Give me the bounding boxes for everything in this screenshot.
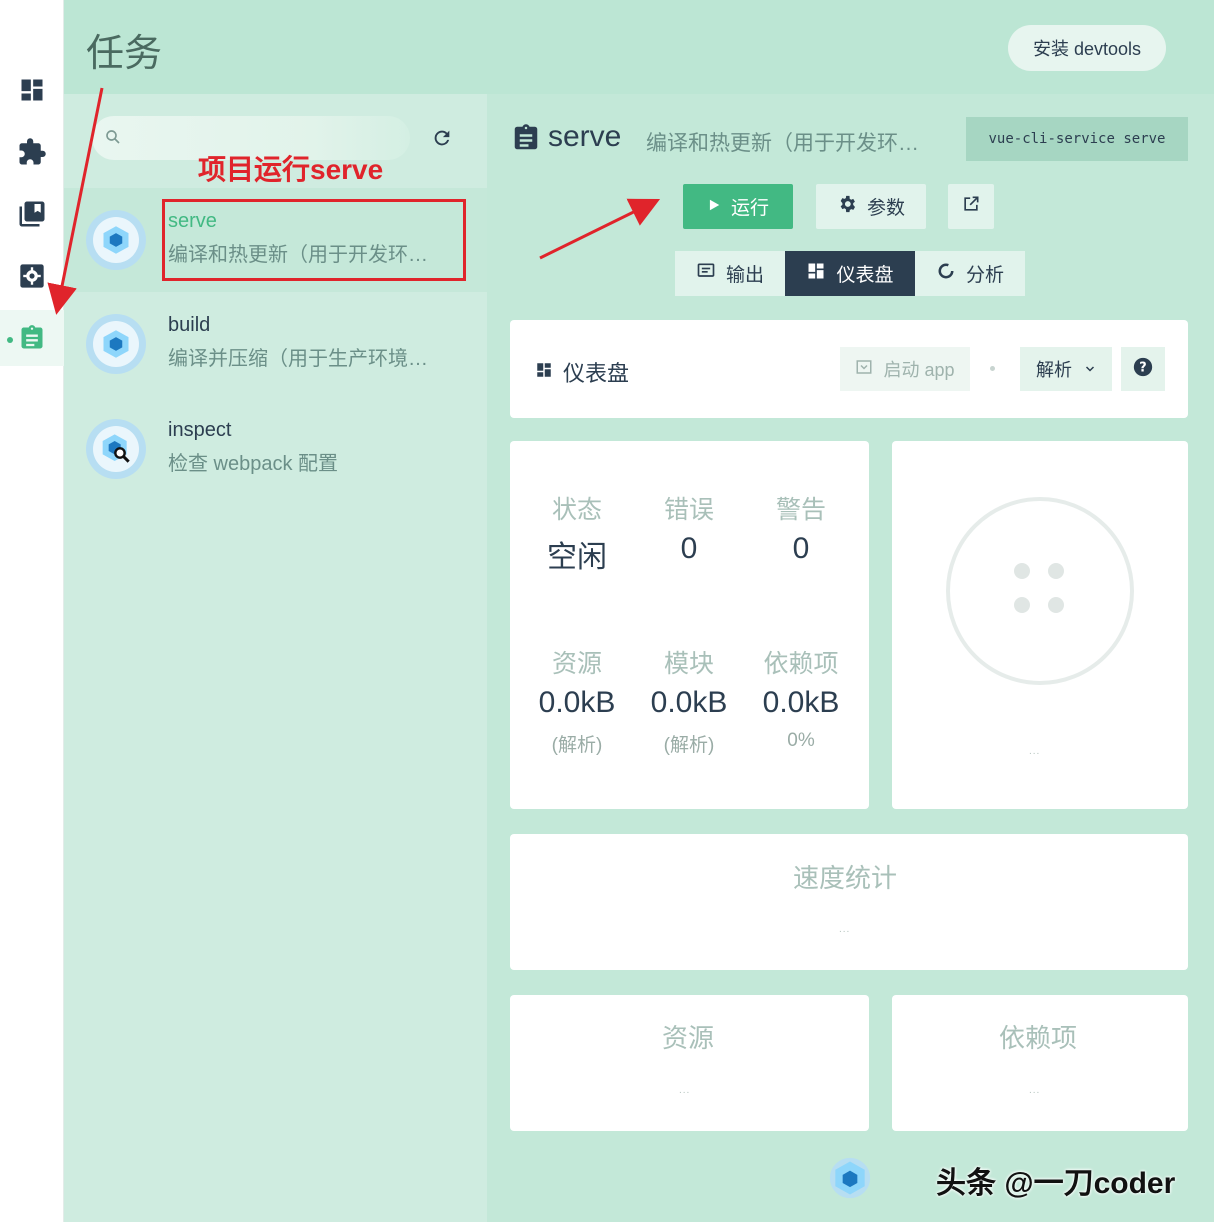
refresh-icon[interactable] xyxy=(428,124,456,152)
tab-dashboard[interactable]: 仪表盘 xyxy=(785,251,915,296)
webpack-logo-icon xyxy=(828,1156,872,1205)
webpack-logo-icon xyxy=(86,210,146,270)
open-app-icon xyxy=(855,358,873,381)
mode-select-value: 解析 xyxy=(1036,360,1072,380)
params-button-label: 参数 xyxy=(866,198,905,219)
status-placeholder: ... xyxy=(1029,746,1041,757)
dependencies-card xyxy=(892,995,1188,1131)
webpack-inspect-icon xyxy=(86,419,146,479)
speed-stats-title: 速度统计 xyxy=(793,863,898,893)
task-item-build[interactable]: build 编译并压缩（用于生产环境… xyxy=(64,292,487,396)
clipboard-icon xyxy=(511,122,541,159)
help-button[interactable]: ? xyxy=(1121,347,1165,391)
active-indicator-dot xyxy=(7,337,13,343)
dependencies-icon[interactable] xyxy=(0,186,64,242)
stat-status: 状态 空闲 xyxy=(547,496,607,574)
task-detail-description: 编译和热更新（用于开发环… xyxy=(646,132,919,155)
run-button[interactable]: 运行 xyxy=(683,184,793,229)
run-button-label: 运行 xyxy=(730,198,769,219)
params-button[interactable]: 参数 xyxy=(816,184,926,229)
dependencies-title: 依赖项 xyxy=(999,1023,1078,1053)
watermark: 头条 @一刀coder xyxy=(936,1167,1176,1200)
task-title: serve xyxy=(548,120,622,153)
open-external-button[interactable] xyxy=(948,184,994,229)
task-name: inspect xyxy=(168,419,232,441)
dependencies-placeholder: ... xyxy=(1029,1085,1041,1096)
output-icon xyxy=(696,261,716,287)
assets-placeholder: ... xyxy=(679,1085,691,1096)
svg-text:?: ? xyxy=(1139,360,1146,375)
tab-label: 分析 xyxy=(965,265,1004,286)
start-app-button[interactable]: 启动 app xyxy=(840,347,970,391)
assets-card xyxy=(510,995,869,1131)
stat-dependencies: 依赖项 0.0kB 0% xyxy=(762,650,840,751)
stat-warnings: 警告 0 xyxy=(775,496,826,565)
open-in-new-icon xyxy=(961,194,981,220)
tab-label: 仪表盘 xyxy=(836,265,894,286)
dashboard-icon[interactable] xyxy=(0,62,64,118)
start-app-label: 启动 app xyxy=(883,360,955,380)
gear-icon xyxy=(837,194,857,220)
dashboard-icon xyxy=(806,261,826,287)
icon-rail xyxy=(0,0,64,1222)
tab-analyze[interactable]: 分析 xyxy=(915,251,1025,296)
search-icon xyxy=(104,128,122,151)
task-description: 编译并压缩（用于生产环境… xyxy=(168,348,428,370)
tab-output[interactable]: 输出 xyxy=(675,251,785,296)
speed-placeholder: ... xyxy=(839,924,851,935)
tab-label: 输出 xyxy=(725,265,764,286)
speed-stats-card xyxy=(510,834,1188,970)
separator-dot xyxy=(990,366,995,371)
mode-select[interactable]: 解析 xyxy=(1020,347,1112,391)
command-badge: vue-cli-service serve xyxy=(966,117,1188,161)
idle-status-ring xyxy=(946,497,1134,685)
help-icon: ? xyxy=(1132,356,1154,383)
install-devtools-button[interactable]: 安装 devtools xyxy=(1008,25,1166,71)
task-description: 检查 webpack 配置 xyxy=(168,453,339,475)
annotation-label: 项目运行serve xyxy=(198,154,384,185)
task-name: build xyxy=(168,314,211,336)
donut-chart-icon xyxy=(936,261,956,287)
page-title: 任务 xyxy=(86,33,163,75)
play-icon xyxy=(707,196,721,218)
chevron-down-icon xyxy=(1084,359,1096,380)
configuration-icon[interactable] xyxy=(0,248,64,304)
stat-modules: 模块 0.0kB (解析) xyxy=(650,650,728,756)
annotation-highlight-box xyxy=(162,199,466,281)
assets-title: 资源 xyxy=(662,1023,715,1053)
dashboard-icon xyxy=(535,361,553,384)
stat-assets: 资源 0.0kB (解析) xyxy=(538,650,616,756)
dashboard-title: 仪表盘 xyxy=(563,361,630,386)
plugins-icon[interactable] xyxy=(0,124,64,180)
stat-errors: 错误 0 xyxy=(663,496,714,565)
webpack-logo-icon xyxy=(86,314,146,374)
task-item-inspect[interactable]: inspect 检查 webpack 配置 xyxy=(64,397,487,501)
